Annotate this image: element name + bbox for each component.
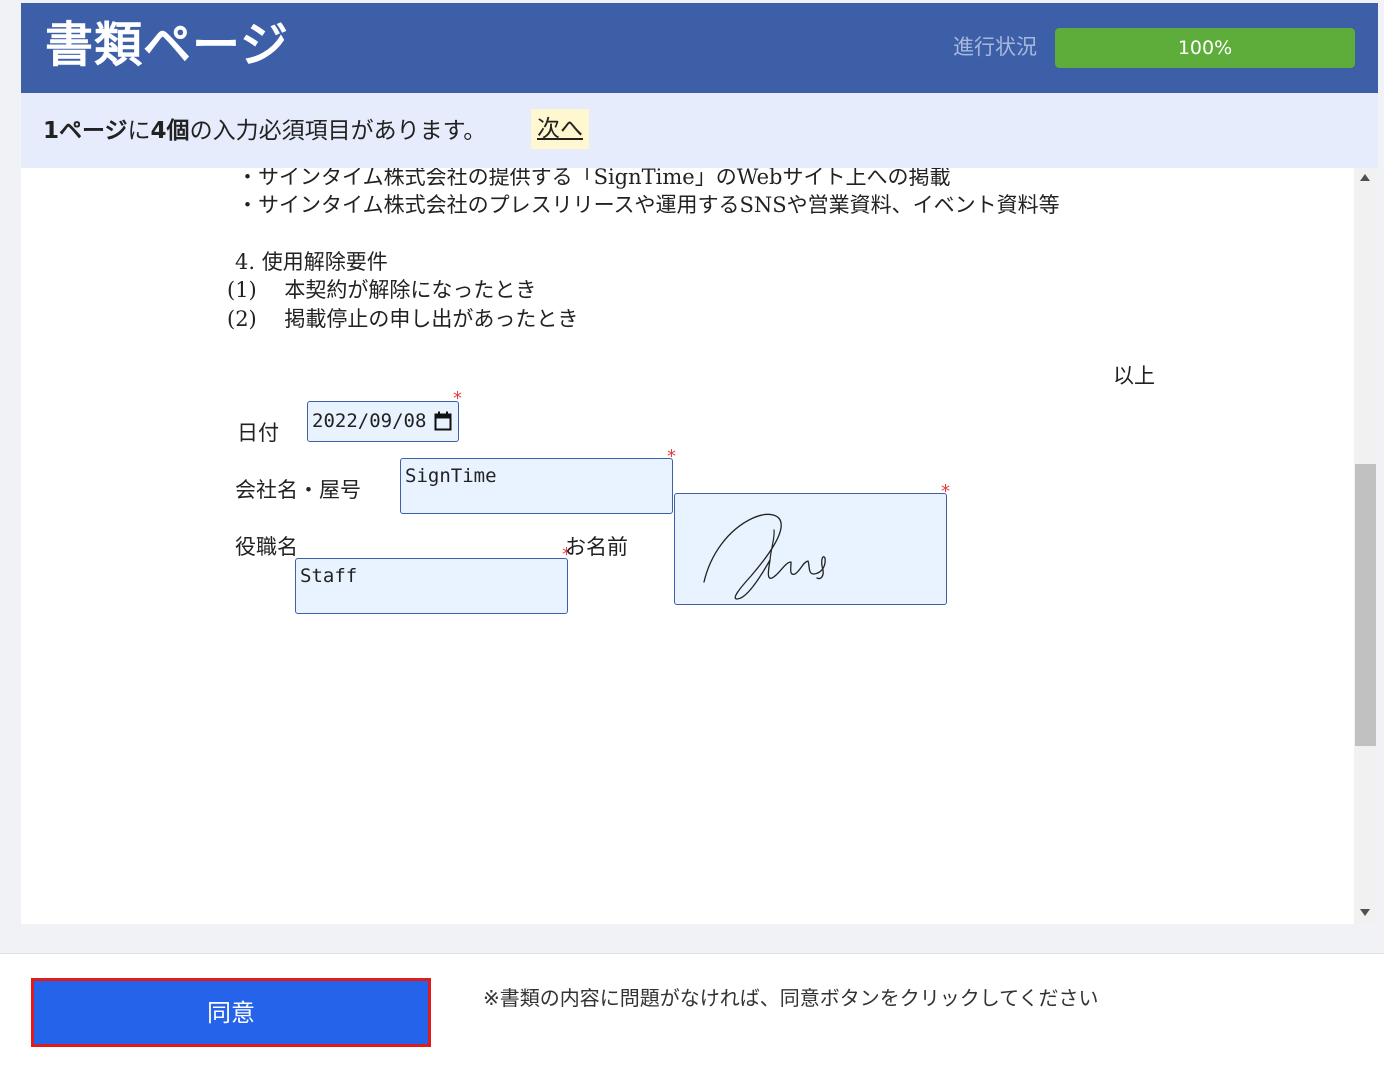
notice-rest: の入力必須項目があります。 [189, 118, 487, 144]
doc-line: ・サインタイム株式会社のプレスリリースや運用するSNSや営業資料、イベント資料等 [237, 193, 1060, 217]
doc-line: (2) 掲載停止の申し出があったとき [227, 307, 579, 331]
document-viewer: ・サインタイム株式会社の提供する「SignTime」のWebサイト上への掲載 ・… [21, 168, 1354, 924]
footer-note: ※書類の内容に問題がなければ、同意ボタンをクリックしてください [483, 986, 1099, 1010]
scroll-down-arrow-icon[interactable] [1360, 909, 1370, 916]
progress-label: 進行状況 [953, 35, 1037, 59]
notice-page-count: 1ページ [43, 118, 128, 144]
notice-particle: に [127, 118, 151, 144]
date-field-value: 2022/09/08 [312, 410, 427, 432]
agree-button[interactable]: 同意 [31, 978, 431, 1047]
footer-bar: 同意 ※書類の内容に問題がなければ、同意ボタンをクリックしてください [0, 953, 1384, 1070]
date-label: 日付 [237, 421, 279, 445]
position-field[interactable]: Staff [295, 558, 568, 614]
required-marker: * [453, 388, 462, 409]
signature-image [703, 513, 826, 600]
scroll-up-arrow-icon[interactable] [1360, 174, 1370, 181]
doc-line: ・サインタイム株式会社の提供する「SignTime」のWebサイト上への掲載 [237, 168, 951, 189]
page-title: 書類ページ [45, 17, 290, 73]
signature-field[interactable] [674, 493, 947, 605]
date-field[interactable]: 2022/09/08 [307, 401, 459, 442]
company-field[interactable]: SignTime [400, 458, 673, 514]
doc-line: (1) 本契約が解除になったとき [227, 278, 537, 302]
company-label: 会社名・屋号 [235, 478, 361, 502]
scroll-thumb[interactable] [1355, 464, 1376, 746]
notice-field-count: 4個 [150, 118, 190, 144]
notice-text: 1ページに4個の入力必須項目があります。 [43, 115, 486, 147]
required-marker: * [941, 481, 950, 502]
company-field-value: SignTime [405, 465, 497, 487]
next-field-link[interactable]: 次へ [531, 109, 589, 149]
progress-percent: 100% [1177, 37, 1233, 59]
document-scrollbar[interactable] [1354, 168, 1378, 924]
required-marker: * [667, 446, 676, 467]
position-field-value: Staff [300, 565, 358, 587]
calendar-icon[interactable] [434, 411, 452, 431]
position-label: 役職名 [235, 535, 298, 559]
progress-bar: 100% [1055, 28, 1355, 68]
name-label: お名前 [565, 535, 628, 559]
doc-heading: 4. 使用解除要件 [235, 250, 388, 274]
required-fields-notice: 1ページに4個の入力必須項目があります。 次へ [21, 93, 1378, 168]
doc-closing: 以上 [1113, 364, 1155, 388]
header-bar: 書類ページ 進行状況 100% [21, 3, 1378, 93]
